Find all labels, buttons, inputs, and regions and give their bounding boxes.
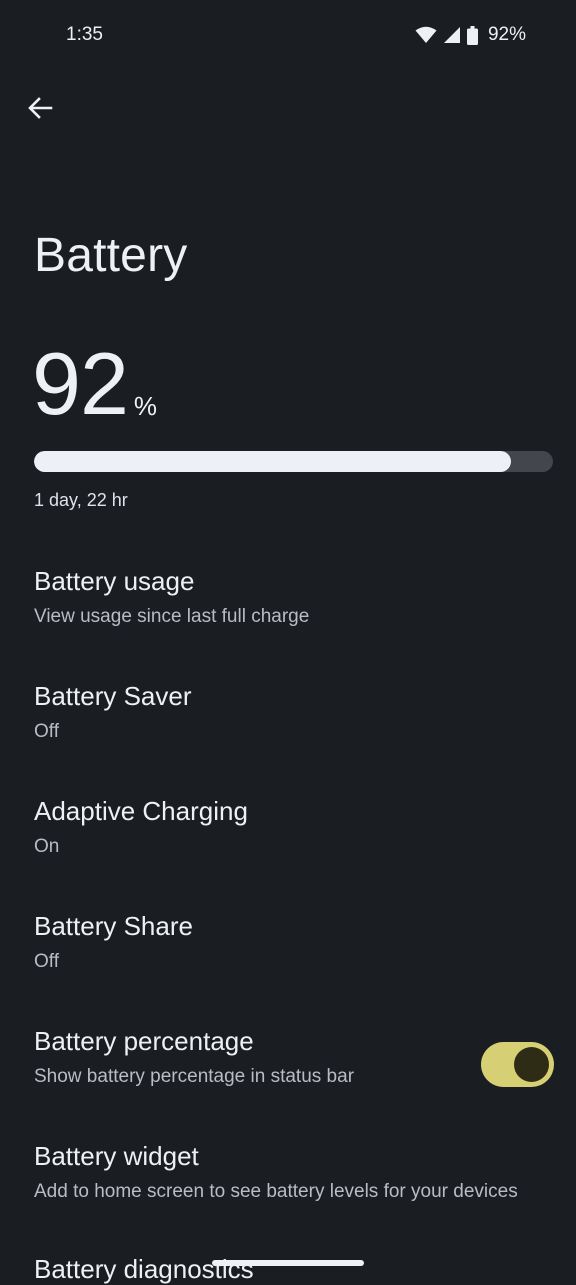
gesture-nav-handle[interactable] [212, 1260, 364, 1266]
battery-time-remaining: 1 day, 22 hr [34, 490, 128, 510]
setting-battery-share[interactable]: Battery Share Off [0, 893, 576, 1008]
setting-summary: Off [34, 721, 59, 742]
battery-level-bar [34, 451, 553, 472]
setting-title: Battery Share [34, 911, 193, 941]
battery-level: 92 % [32, 336, 157, 432]
setting-title: Adaptive Charging [34, 796, 248, 826]
setting-summary: View usage since last full charge [34, 606, 310, 627]
battery-level-unit: % [133, 391, 158, 421]
arrow-back-icon [27, 96, 53, 125]
setting-battery-percentage[interactable]: Battery percentage Show battery percenta… [0, 1008, 576, 1123]
setting-summary: Show battery percentage in status bar [34, 1066, 355, 1087]
setting-title: Battery widget [34, 1141, 199, 1171]
status-icons: 92% [415, 24, 526, 46]
battery-icon [466, 25, 478, 45]
cellular-signal-icon [443, 26, 461, 44]
page-title: Battery [34, 229, 188, 282]
battery-level-bar-fill [34, 451, 512, 472]
setting-battery-usage[interactable]: Battery usage View usage since last full… [0, 548, 576, 663]
status-time: 1:35 [66, 24, 103, 45]
setting-summary: Off [34, 951, 59, 972]
setting-title: Battery percentage [34, 1026, 254, 1056]
settings-list: Battery usage View usage since last full… [0, 548, 576, 1238]
setting-summary: Add to home screen to see battery levels… [34, 1181, 518, 1202]
setting-title: Battery usage [34, 566, 195, 596]
status-battery-percent: 92% [487, 24, 526, 45]
back-button[interactable] [18, 88, 62, 132]
toggle-thumb [514, 1047, 549, 1082]
setting-summary: On [34, 836, 60, 857]
wifi-icon [415, 26, 437, 44]
setting-battery-widget[interactable]: Battery widget Add to home screen to see… [0, 1123, 576, 1238]
setting-adaptive-charging[interactable]: Adaptive Charging On [0, 778, 576, 893]
setting-battery-saver[interactable]: Battery Saver Off [0, 663, 576, 778]
setting-battery-diagnostics[interactable]: Battery diagnostics [34, 1254, 254, 1285]
setting-title: Battery Saver [34, 681, 192, 711]
battery-percentage-toggle[interactable] [481, 1042, 554, 1087]
battery-level-value: 92 [32, 334, 129, 433]
status-bar: 1:35 92% [0, 0, 576, 72]
